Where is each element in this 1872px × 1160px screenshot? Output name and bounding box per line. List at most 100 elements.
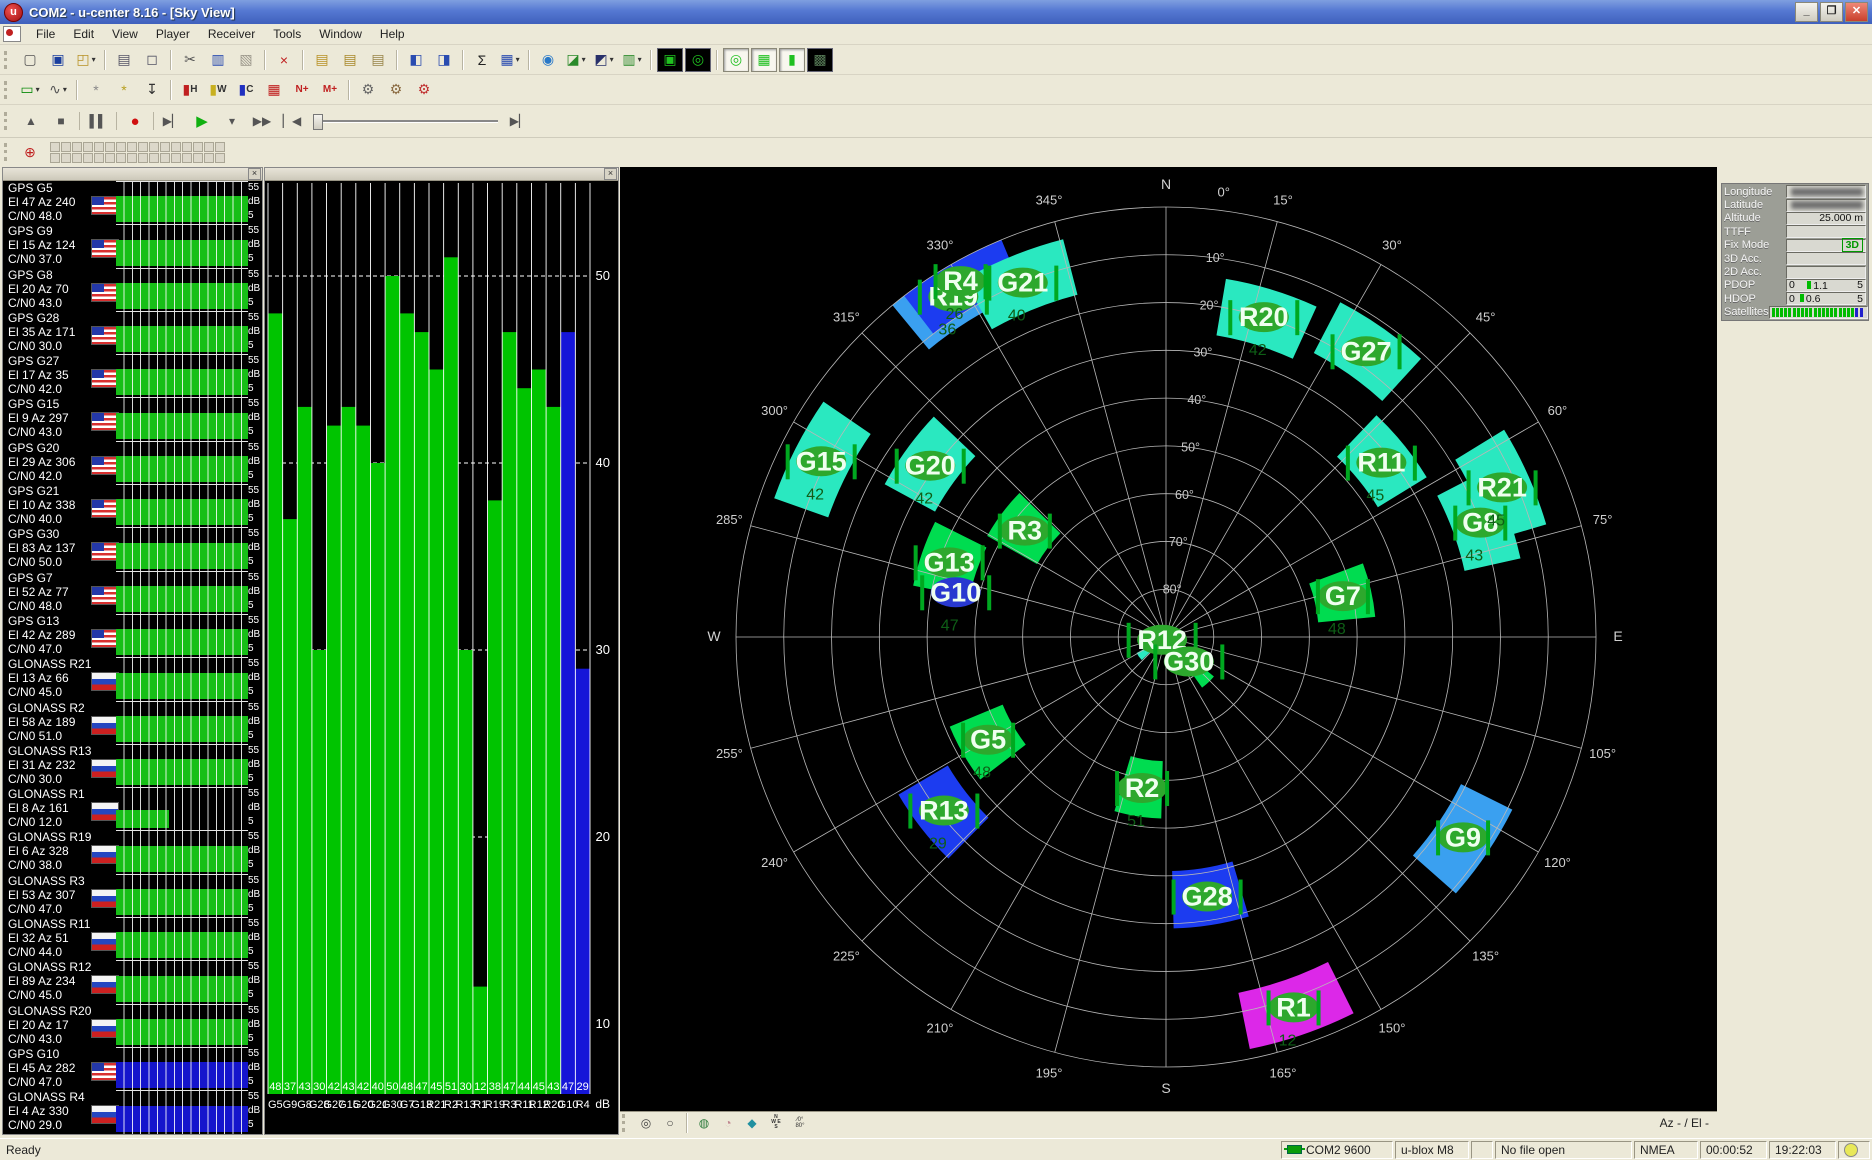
messages-view-button[interactable]: ⚙ xyxy=(355,78,381,102)
reset-receiver-button[interactable]: ▦ xyxy=(261,78,287,102)
play-speed-dropdown-button[interactable]: ▾ xyxy=(218,109,246,133)
satellite-list-item-G9[interactable]: GPS G9El 15 Az 124C/N0 37.055dB5 xyxy=(3,224,262,267)
play-button[interactable]: ▶ xyxy=(188,109,216,133)
close-panel-icon[interactable]: × xyxy=(248,168,261,180)
satellite-list-item-G30[interactable]: GPS G30El 83 Az 137C/N0 50.055dB5 xyxy=(3,527,262,570)
print-button[interactable]: ▤ xyxy=(111,48,137,72)
satellite-list-item-G20[interactable]: GPS G20El 29 Az 306C/N0 42.055dB5 xyxy=(3,441,262,484)
menu-item-file[interactable]: File xyxy=(27,25,64,43)
menu-item-help[interactable]: Help xyxy=(371,25,414,43)
dropdown-arrow-icon[interactable]: ▾ xyxy=(92,55,96,64)
marker-button[interactable]: ◆ xyxy=(741,1113,763,1133)
satellite-list-item-G7[interactable]: GPS G7El 52 Az 77C/N0 48.055dB5 xyxy=(3,571,262,614)
firmware-download-button[interactable]: ↧ xyxy=(139,78,165,102)
dropdown-arrow-icon[interactable]: ▾ xyxy=(63,85,67,94)
table-view-button[interactable]: ▦▾ xyxy=(497,48,523,72)
compass-button[interactable]: NW ES xyxy=(765,1113,787,1133)
toolbar-drag-handle[interactable] xyxy=(622,1114,630,1132)
docking-window-table-button[interactable]: ▦ xyxy=(751,48,777,72)
skip-to-end-button[interactable]: ▶▏ xyxy=(505,109,533,133)
ubx-message-button[interactable]: M+ xyxy=(317,78,343,102)
menu-item-tools[interactable]: Tools xyxy=(264,25,310,43)
docking-window-bars-button[interactable]: ▮ xyxy=(779,48,805,72)
dropdown-arrow-icon[interactable]: ▾ xyxy=(582,55,586,64)
pale-sky-button[interactable]: ◔ xyxy=(717,1113,739,1133)
elevation-range-button[interactable]: ∕0°80° xyxy=(789,1113,811,1133)
nmea-message-button[interactable]: N+ xyxy=(289,78,315,102)
satellite-list-item-R20[interactable]: GLONASS R20El 20 Az 17C/N0 43.055dB5 xyxy=(3,1004,262,1047)
eject-button[interactable]: ▲ xyxy=(17,109,45,133)
close-button[interactable]: ✕ xyxy=(1845,2,1868,22)
menu-item-view[interactable]: View xyxy=(103,25,147,43)
menu-item-player[interactable]: Player xyxy=(147,25,199,43)
histogram-view-button[interactable]: ◩▾ xyxy=(591,48,617,72)
satellite-list-item-R13[interactable]: GLONASS R13El 31 Az 232C/N0 30.055dB5 xyxy=(3,744,262,787)
cut-button[interactable]: ✂ xyxy=(177,48,203,72)
toolbar-drag-handle[interactable] xyxy=(4,51,12,69)
edit-log-file-button[interactable]: ▤ xyxy=(337,48,363,72)
satellite-list-item-G15[interactable]: GPS G15El 9 Az 297C/N0 43.055dB5 xyxy=(3,397,262,440)
hotstart-button[interactable]: ▮H xyxy=(177,78,203,102)
satellite-list-item-R21[interactable]: GLONASS R21El 13 Az 66C/N0 45.055dB5 xyxy=(3,657,262,700)
step-forward-button[interactable]: ▶▏ xyxy=(158,109,186,133)
menu-item-receiver[interactable]: Receiver xyxy=(199,25,264,43)
menu-item-window[interactable]: Window xyxy=(310,25,371,43)
toolbar-drag-handle[interactable] xyxy=(4,143,12,161)
satellite-list-item-R19[interactable]: GLONASS R19El 6 Az 328C/N0 38.055dB5 xyxy=(3,830,262,873)
fast-forward-button[interactable]: ▶▶ xyxy=(248,109,276,133)
google-earth-view-button[interactable]: ◉ xyxy=(535,48,561,72)
dropdown-arrow-icon[interactable]: ▾ xyxy=(610,55,614,64)
circle-button[interactable]: ○ xyxy=(659,1113,681,1133)
chart-view-button[interactable]: ◪▾ xyxy=(563,48,589,72)
print-preview-button[interactable]: ◻ xyxy=(139,48,165,72)
satellite-list-item-G5[interactable]: GPS G5El 47 Az 240C/N0 48.055dB5 xyxy=(3,181,262,224)
statistic-view-button[interactable]: Σ xyxy=(469,48,495,72)
record-button[interactable]: ● xyxy=(121,109,149,133)
view-log-file-button[interactable]: ▤ xyxy=(365,48,391,72)
satellite-list-item-G27[interactable]: GPS G27El 17 Az 35C/N0 42.055dB5 xyxy=(3,354,262,397)
dropdown-arrow-icon[interactable]: ▾ xyxy=(36,85,40,94)
toolbar-drag-handle[interactable] xyxy=(4,81,12,99)
satellite-list-item-G21[interactable]: GPS G21El 10 Az 338C/N0 40.055dB5 xyxy=(3,484,262,527)
satellite-list-item-G13[interactable]: GPS G13El 42 Az 289C/N0 47.055dB5 xyxy=(3,614,262,657)
skip-to-start-button[interactable]: ▏◀ xyxy=(278,109,306,133)
bar-graph-view-button[interactable]: ▥▾ xyxy=(619,48,645,72)
satellite-list-item-R11[interactable]: GLONASS R11El 32 Az 51C/N0 44.055dB5 xyxy=(3,917,262,960)
gauge-tool-button[interactable]: ⊕ xyxy=(17,140,43,164)
satellite-list-item-R1[interactable]: GLONASS R1El 8 Az 161C/N0 12.055dB5 xyxy=(3,787,262,830)
slider-thumb[interactable] xyxy=(313,114,323,130)
satellite-list-item-G28[interactable]: GPS G28El 35 Az 171C/N0 30.055dB5 xyxy=(3,311,262,354)
close-window-button[interactable]: × xyxy=(271,48,297,72)
deviation-map-view-button[interactable]: ◎ xyxy=(685,48,711,72)
paste-button[interactable]: ▧ xyxy=(233,48,259,72)
menu-item-edit[interactable]: Edit xyxy=(64,25,103,43)
stop-button[interactable]: ■ xyxy=(47,109,75,133)
new-file-button[interactable]: ▢ xyxy=(17,48,43,72)
map-view-button[interactable]: ▩ xyxy=(807,48,833,72)
satellite-list-item-R3[interactable]: GLONASS R3El 53 Az 307C/N0 47.055dB5 xyxy=(3,874,262,917)
pause-button[interactable]: ▌▌ xyxy=(84,109,112,133)
camera-view-button[interactable]: ▣ xyxy=(657,48,683,72)
save-file-button[interactable]: ▣ xyxy=(45,48,71,72)
coldstart-button[interactable]: ▮C xyxy=(233,78,259,102)
port-select-button[interactable]: ▭▾ xyxy=(17,78,43,102)
maximize-button[interactable]: ❐ xyxy=(1820,2,1843,22)
open-file-button[interactable]: ◰▾ xyxy=(73,48,99,72)
satellite-list-item-G8[interactable]: GPS G8El 20 Az 70C/N0 43.055dB5 xyxy=(3,268,262,311)
toolbar-drag-handle[interactable] xyxy=(4,112,12,130)
sky-view-button[interactable]: ◎ xyxy=(723,48,749,72)
target-button[interactable]: ◎ xyxy=(635,1113,657,1133)
copy-button[interactable]: ▥ xyxy=(205,48,231,72)
satellite-list-item-R2[interactable]: GLONASS R2El 58 Az 189C/N0 51.055dB5 xyxy=(3,701,262,744)
minimize-button[interactable]: _ xyxy=(1795,2,1818,22)
playback-position-slider[interactable] xyxy=(313,112,498,130)
split-view-button[interactable]: ◧ xyxy=(403,48,429,72)
world-view-button[interactable]: ◍ xyxy=(693,1113,715,1133)
autobauding-button[interactable]: * xyxy=(83,78,109,102)
new-log-file-button[interactable]: ▤ xyxy=(309,48,335,72)
close-panel-icon[interactable]: × xyxy=(604,168,617,180)
configuration-view-button[interactable]: ⚙ xyxy=(383,78,409,102)
generation-config-button[interactable]: ⚙ xyxy=(411,78,437,102)
satellite-list-item-G10[interactable]: GPS G10El 45 Az 282C/N0 47.055dB5 xyxy=(3,1047,262,1090)
satellite-list-item-R12[interactable]: GLONASS R12El 89 Az 234C/N0 45.055dB5 xyxy=(3,960,262,1003)
